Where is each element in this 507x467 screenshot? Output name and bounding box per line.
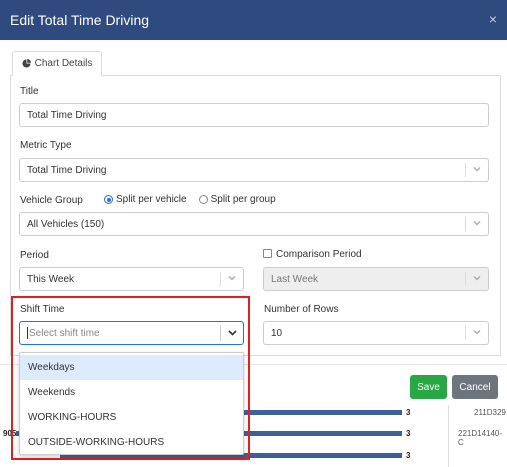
modal-header: Edit Total Time Driving × — [0, 0, 507, 40]
comparison-period-label[interactable]: Comparison Period — [276, 249, 362, 260]
tab-chart-details[interactable]: Chart Details — [12, 51, 102, 76]
metric-type-value: Total Time Driving — [27, 164, 107, 176]
chart-vehicle-id: 221D14140-C — [458, 429, 503, 447]
select-separator — [465, 272, 466, 286]
radio-split-per-group[interactable] — [198, 195, 208, 204]
modal-title: Edit Total Time Driving — [10, 12, 150, 28]
shift-option-weekends[interactable]: Weekends — [20, 380, 243, 405]
chart-count-label: 3 — [406, 408, 411, 417]
vehicle-group-value: All Vehicles (150) — [27, 218, 105, 230]
shift-option-weekdays[interactable]: Weekdays — [20, 355, 243, 380]
vehicle-group-radios: Split per vehicle Split per group — [104, 194, 276, 205]
tab-label: Chart Details — [34, 58, 93, 69]
chevron-down-icon — [228, 276, 236, 281]
chevron-down-icon — [473, 167, 481, 172]
shift-option-working-hours[interactable]: WORKING-HOURS — [20, 405, 243, 430]
title-label: Title — [20, 86, 39, 97]
select-separator — [220, 272, 221, 286]
save-button[interactable]: Save — [410, 375, 447, 399]
period-value: This Week — [27, 273, 75, 285]
comparison-period-select: Last Week — [263, 267, 489, 291]
radio-split-per-vehicle-label[interactable]: Split per vehicle — [116, 194, 187, 205]
comparison-period-checkbox[interactable] — [263, 249, 272, 258]
title-input[interactable]: Total Time Driving — [19, 103, 489, 127]
chart-count-label: 3 — [406, 429, 411, 438]
edit-chart-modal: Edit Total Time Driving × Chart Details … — [0, 0, 507, 467]
cancel-button[interactable]: Cancel — [452, 375, 498, 399]
vehicle-group-select[interactable]: All Vehicles (150) — [19, 212, 489, 236]
chevron-down-icon — [473, 221, 481, 226]
select-separator — [465, 217, 466, 231]
chevron-down-icon — [473, 330, 481, 335]
chart-count-label: 3 — [406, 451, 411, 460]
chart-vehicle-id: 211D329 — [474, 408, 506, 417]
period-select[interactable]: This Week — [19, 267, 244, 291]
radio-split-per-group-label[interactable]: Split per group — [211, 194, 276, 205]
number-of-rows-select[interactable]: 10 — [263, 321, 489, 345]
comparison-period-value: Last Week — [271, 273, 319, 285]
vehicle-group-label: Vehicle Group — [20, 195, 83, 206]
period-label: Period — [20, 250, 49, 261]
shift-time-dropdown-menu: Weekdays Weekends WORKING-HOURS OUTSIDE-… — [19, 352, 244, 455]
metric-type-select[interactable]: Total Time Driving — [19, 158, 489, 182]
chevron-down-icon — [473, 276, 481, 281]
chart-divider — [448, 405, 449, 467]
select-separator — [465, 326, 466, 340]
pie-chart-icon — [22, 59, 31, 68]
number-of-rows-label: Number of Rows — [264, 304, 339, 315]
radio-split-per-vehicle[interactable] — [104, 195, 113, 204]
shift-option-outside-working-hours[interactable]: OUTSIDE-WORKING-HOURS — [20, 430, 243, 455]
metric-type-label: Metric Type — [20, 140, 72, 151]
close-icon[interactable]: × — [489, 12, 497, 26]
select-separator — [465, 163, 466, 177]
number-of-rows-value: 10 — [271, 327, 283, 339]
